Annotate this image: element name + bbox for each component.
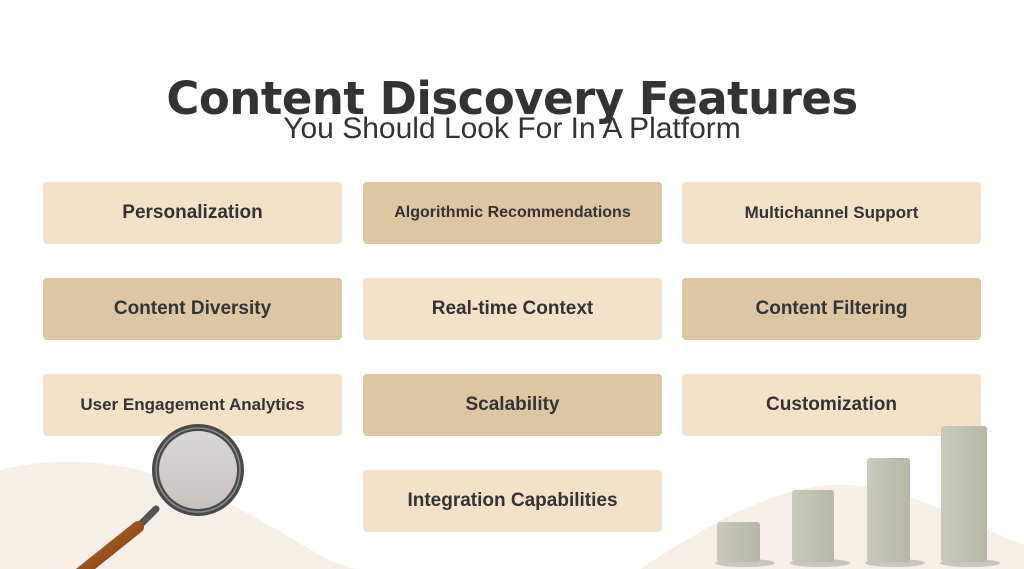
feature-card-integration-capabilities: Integration Capabilities [363,470,662,532]
feature-label: Algorithmic Recommendations [394,204,631,221]
bar-2 [790,490,850,567]
feature-label: Customization [766,394,897,415]
feature-label: Real-time Context [431,298,594,319]
feature-label: Content Filtering [755,298,908,319]
feature-label: User Engagement Analytics [80,395,305,414]
feature-card-real-time-context: Real-time Context [363,278,662,340]
feature-card-multichannel-support: Multichannel Support [682,182,981,244]
feature-card-personalization: Personalization [43,182,342,244]
feature-label: Multichannel Support [744,203,919,222]
feature-label: Integration Capabilities [407,490,618,511]
bar-1 [715,522,775,567]
bar-chart-icon [715,426,1000,567]
page-subtitle: You Should Look For In A Platform [283,112,741,145]
magnifying-glass-icon [75,424,244,569]
feature-label: Content Diversity [113,298,272,319]
feature-card-algorithmic-recommendations: Algorithmic Recommendations [363,182,662,244]
feature-card-content-filtering: Content Filtering [682,278,981,340]
feature-label: Personalization [122,202,263,223]
feature-card-content-diversity: Content Diversity [43,278,342,340]
feature-card-scalability: Scalability [363,374,662,436]
feature-label: Scalability [465,394,560,415]
bar-4 [940,426,1000,567]
bar-3 [865,458,925,567]
